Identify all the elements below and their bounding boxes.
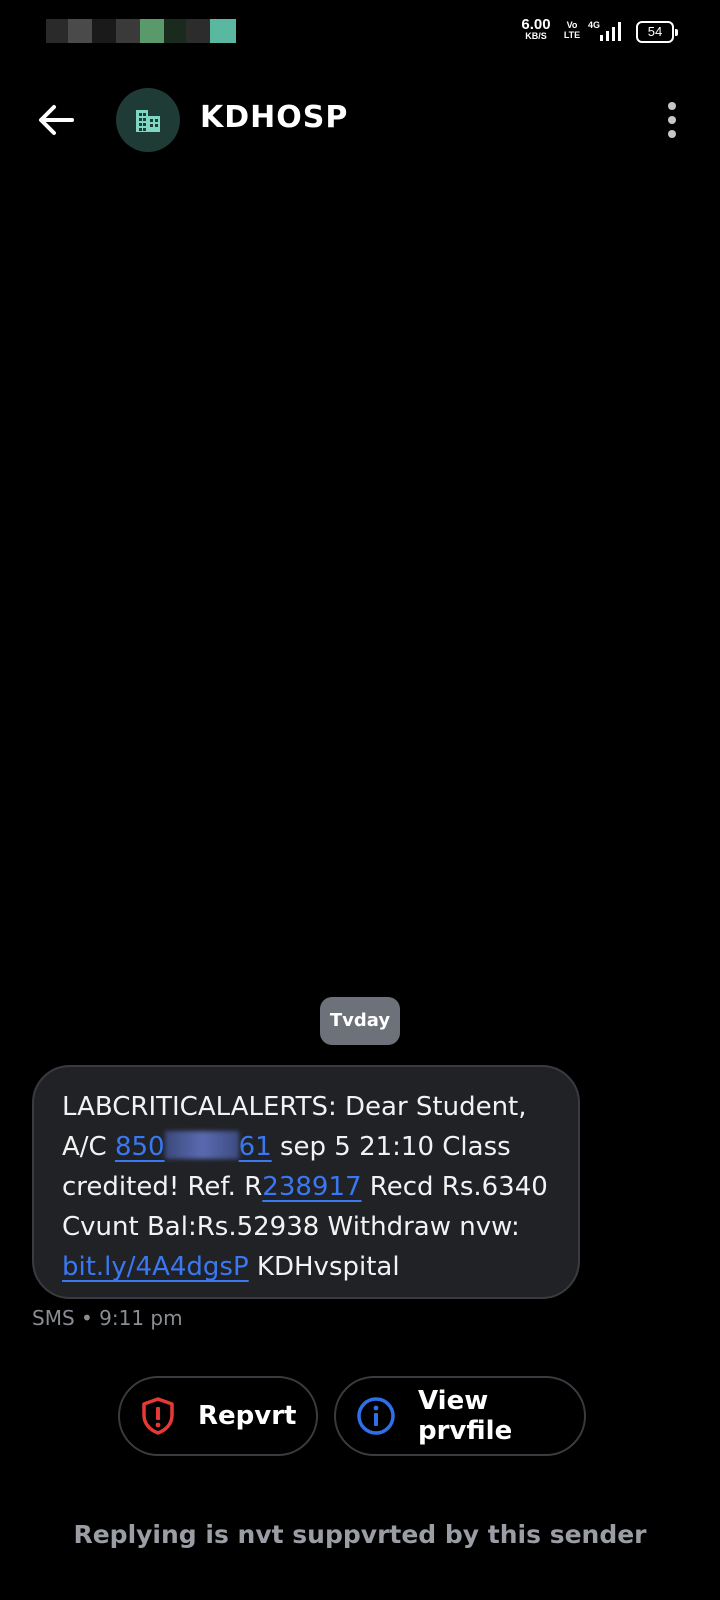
network-type: 4G — [588, 20, 601, 30]
avatar[interactable] — [116, 88, 180, 152]
ref-link[interactable]: 238917 — [262, 1172, 361, 1202]
more-vert-icon[interactable] — [654, 100, 690, 140]
signal-icon — [600, 22, 621, 41]
date-chip: Tvday — [320, 997, 400, 1045]
info-icon — [357, 1397, 395, 1435]
volte-indicator: Vo LTE — [563, 20, 581, 40]
notification-icons-blurred — [46, 19, 236, 43]
shield-alert-icon — [142, 1397, 174, 1435]
report-button[interactable]: Repvrt — [118, 1376, 318, 1456]
message-text: LABCRITICALALERTS: Dear Student, A/C 850… — [62, 1092, 548, 1282]
account-link[interactable]: 850 61 — [115, 1131, 272, 1162]
reply-not-supported-notice: Replying is nvt suppvrted by this sender — [73, 1520, 647, 1549]
message-meta: SMS • 9:11 pm — [32, 1306, 183, 1330]
url-link[interactable]: bit.ly/4A4dgsP — [62, 1252, 249, 1282]
battery-icon: 54 — [636, 21, 678, 43]
status-bar: 6.00 KB/S Vo LTE 4G 54 — [0, 0, 720, 64]
network-speed: 6.00 KB/S — [521, 16, 551, 41]
view-profile-label: View prvfile — [418, 1386, 513, 1446]
report-label: Repvrt — [198, 1401, 297, 1431]
view-profile-button[interactable]: View prvfile — [334, 1376, 586, 1456]
message-bubble[interactable]: LABCRITICALALERTS: Dear Student, A/C 850… — [32, 1065, 580, 1299]
redacted-digits — [164, 1131, 239, 1159]
arrow-left-icon[interactable] — [34, 98, 78, 142]
building-icon — [136, 110, 160, 132]
sender-name: KDHOSP — [200, 100, 349, 135]
